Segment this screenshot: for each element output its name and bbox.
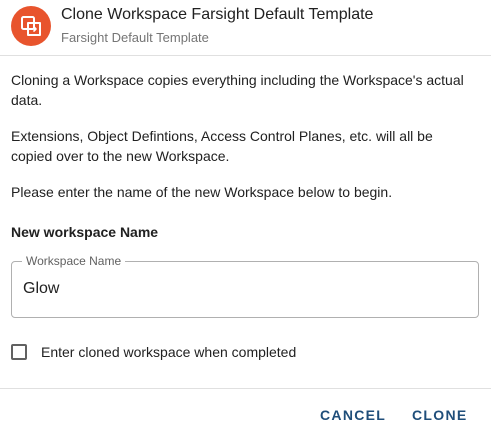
clone-workspace-dialog: Clone Workspace Farsight Default Templat… <box>0 0 491 439</box>
workspace-name-input[interactable] <box>23 276 463 302</box>
clone-button[interactable]: CLONE <box>412 407 468 423</box>
dialog-header: Clone Workspace Farsight Default Templat… <box>0 0 491 56</box>
workspace-name-legend: Workspace Name <box>22 254 126 268</box>
workspace-name-field[interactable]: Workspace Name <box>11 254 479 318</box>
enter-when-completed-row[interactable]: Enter cloned workspace when completed <box>11 344 296 360</box>
description-paragraph-1: Cloning a Workspace copies everything in… <box>11 72 464 108</box>
cancel-button[interactable]: CANCEL <box>320 407 386 423</box>
enter-when-completed-label[interactable]: Enter cloned workspace when completed <box>41 344 296 360</box>
dialog-actions: CANCEL CLONE <box>0 388 491 439</box>
clone-icon-glyph <box>21 16 41 36</box>
section-label: New workspace Name <box>11 224 159 240</box>
dialog-subtitle: Farsight Default Template <box>61 30 209 45</box>
dialog-title: Clone Workspace Farsight Default Templat… <box>61 6 374 23</box>
clone-icon <box>11 6 51 46</box>
description-paragraph-2: Extensions, Object Defintions, Access Co… <box>11 128 433 164</box>
enter-when-completed-checkbox[interactable] <box>11 344 27 360</box>
description-paragraph-3: Please enter the name of the new Workspa… <box>11 184 393 200</box>
